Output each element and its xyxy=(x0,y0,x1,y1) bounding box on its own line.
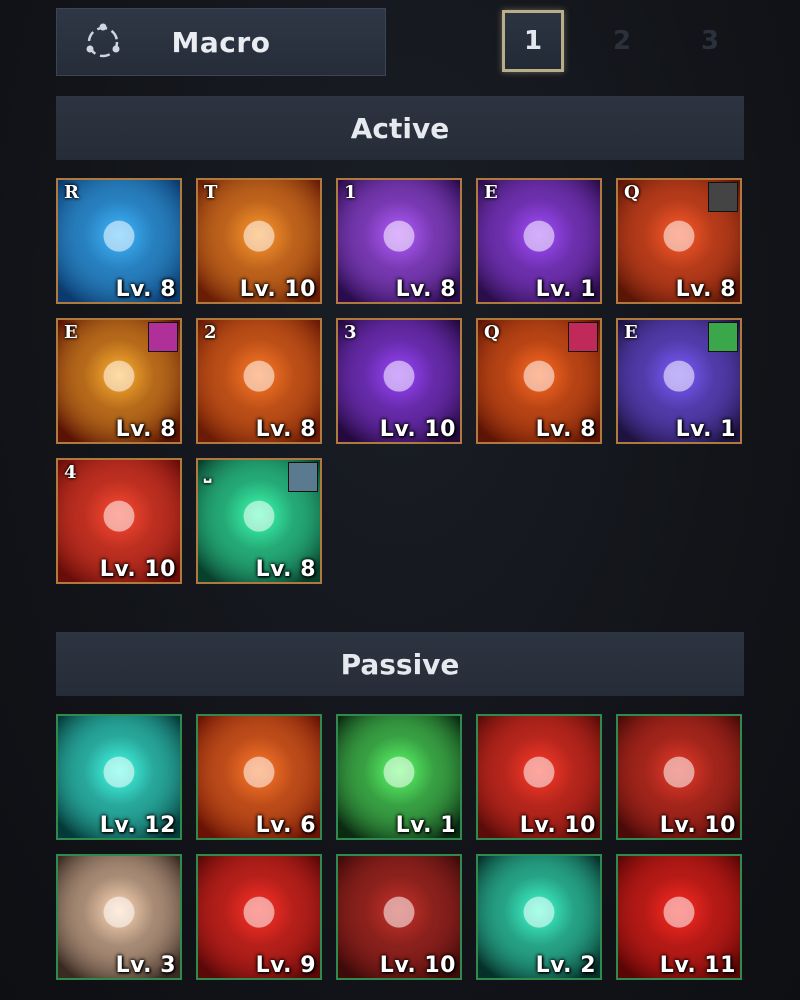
passive-skill-slot[interactable]: Lv. 2 xyxy=(476,854,602,980)
page-tab-3[interactable]: 3 xyxy=(679,10,741,72)
linked-skill-badge-icon xyxy=(148,322,178,352)
macro-cycle-icon xyxy=(86,23,120,58)
hotkey-label: T xyxy=(204,182,218,203)
hotkey-label: E xyxy=(484,182,498,203)
skill-level: Lv. 8 xyxy=(255,417,316,442)
skill-level: Lv. 10 xyxy=(519,813,596,838)
passive-skill-slot[interactable]: Lv. 10 xyxy=(616,714,742,840)
skill-level: Lv. 8 xyxy=(115,417,176,442)
skill-level: Lv. 9 xyxy=(255,953,316,978)
passive-skill-slot[interactable]: Lv. 10 xyxy=(336,854,462,980)
active-skill-slot[interactable]: E Lv. 8 xyxy=(56,318,182,444)
hotkey-label: 3 xyxy=(344,322,357,343)
skill-level: Lv. 10 xyxy=(379,417,456,442)
hotkey-label: ⎵ xyxy=(204,462,212,483)
active-skill-slot[interactable]: Q Lv. 8 xyxy=(476,318,602,444)
active-skill-slot[interactable]: E Lv. 1 xyxy=(476,178,602,304)
skill-level: Lv. 10 xyxy=(239,277,316,302)
hotkey-label: E xyxy=(624,322,638,343)
skill-level: Lv. 12 xyxy=(99,813,176,838)
passive-section-header: Passive xyxy=(56,632,744,696)
hotkey-label: 4 xyxy=(64,462,77,483)
active-section-header: Active xyxy=(56,96,744,160)
skill-level: Lv. 6 xyxy=(255,813,316,838)
passive-skill-slot[interactable]: Lv. 12 xyxy=(56,714,182,840)
linked-skill-badge-icon xyxy=(568,322,598,352)
skill-level: Lv. 8 xyxy=(395,277,456,302)
skill-level: Lv. 8 xyxy=(115,277,176,302)
hotkey-label: E xyxy=(64,322,78,343)
skill-level: Lv. 11 xyxy=(659,953,736,978)
passive-skill-slot[interactable]: Lv. 6 xyxy=(196,714,322,840)
skill-level: Lv. 1 xyxy=(675,417,736,442)
active-skill-slot[interactable]: R Lv. 8 xyxy=(56,178,182,304)
macro-label: Macro xyxy=(171,25,271,59)
active-skill-slot[interactable]: ⎵ Lv. 8 xyxy=(196,458,322,584)
passive-skill-slot[interactable]: Lv. 3 xyxy=(56,854,182,980)
linked-skill-badge-icon xyxy=(288,462,318,492)
active-skill-slot[interactable]: 1 Lv. 8 xyxy=(336,178,462,304)
passive-skill-slot[interactable]: Lv. 11 xyxy=(616,854,742,980)
hotkey-label: R xyxy=(64,182,79,203)
linked-skill-badge-icon xyxy=(708,182,738,212)
active-skill-slot[interactable]: T Lv. 10 xyxy=(196,178,322,304)
skill-level: Lv. 8 xyxy=(255,557,316,582)
skill-level: Lv. 10 xyxy=(99,557,176,582)
hotkey-label: 1 xyxy=(344,182,357,203)
page-tab-2[interactable]: 2 xyxy=(591,10,653,72)
page-tab-1[interactable]: 1 xyxy=(502,10,564,72)
skill-level: Lv. 3 xyxy=(115,953,176,978)
active-skill-grid: R Lv. 8 T Lv. 10 1 Lv. 8 E Lv. 1 Q Lv. 8 E Lv. 8 2 Lv… xyxy=(56,178,742,584)
linked-skill-badge-icon xyxy=(708,322,738,352)
skill-level: Lv. 8 xyxy=(535,417,596,442)
hotkey-label: 2 xyxy=(204,322,217,343)
active-skill-slot[interactable]: 4 Lv. 10 xyxy=(56,458,182,584)
skill-level: Lv. 10 xyxy=(659,813,736,838)
skill-level: Lv. 1 xyxy=(535,277,596,302)
active-skill-slot[interactable]: Q Lv. 8 xyxy=(616,178,742,304)
skill-level: Lv. 2 xyxy=(535,953,596,978)
active-skill-slot[interactable]: 2 Lv. 8 xyxy=(196,318,322,444)
passive-skill-slot[interactable]: Lv. 10 xyxy=(476,714,602,840)
skill-level: Lv. 1 xyxy=(395,813,456,838)
active-skill-slot[interactable]: 3 Lv. 10 xyxy=(336,318,462,444)
macro-button[interactable]: Macro xyxy=(56,8,386,76)
passive-skill-grid: Lv. 12 Lv. 6 Lv. 1 Lv. 10 Lv. 10 Lv. 3 Lv. 9 Lv… xyxy=(56,714,742,980)
passive-skill-slot[interactable]: Lv. 9 xyxy=(196,854,322,980)
hotkey-label: Q xyxy=(624,182,640,203)
passive-skill-slot[interactable]: Lv. 1 xyxy=(336,714,462,840)
skill-level: Lv. 8 xyxy=(675,277,736,302)
hotkey-label: Q xyxy=(484,322,500,343)
skill-level: Lv. 10 xyxy=(379,953,456,978)
active-skill-slot[interactable]: E Lv. 1 xyxy=(616,318,742,444)
